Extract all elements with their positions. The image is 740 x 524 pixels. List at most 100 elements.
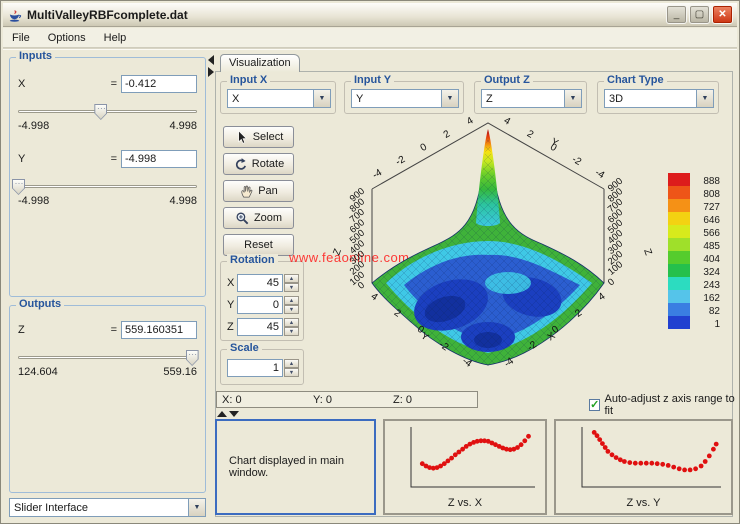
zoom-button[interactable]: Zoom	[223, 207, 294, 229]
data-point	[655, 461, 660, 466]
minimize-button[interactable]: _	[666, 5, 687, 24]
reset-button[interactable]: Reset	[223, 234, 294, 256]
thumbnail-z-vs-y-label: Z vs. Y	[556, 497, 731, 509]
surface-3d-chart[interactable]: -4-2024420-2-4420-2-4-4-2024YYX001001002…	[316, 113, 668, 395]
rotation-y-spinner[interactable]: ▲▼	[284, 296, 299, 314]
data-point	[699, 464, 704, 469]
menu-item-file[interactable]: File	[3, 30, 39, 46]
legend-color-block	[668, 290, 690, 303]
spinner-down-icon[interactable]: ▼	[284, 305, 299, 314]
thumbnail-z-vs-x[interactable]: Z vs. X	[383, 419, 547, 515]
splitter-expand-right-icon[interactable]	[208, 67, 214, 77]
output-z-value-field[interactable]: 559.160351	[121, 321, 197, 339]
rotation-z-field[interactable]: 45	[237, 318, 283, 336]
input-x-slider-thumb[interactable]	[94, 104, 107, 120]
close-button[interactable]: ✕	[712, 5, 733, 24]
rotate-icon	[233, 157, 248, 172]
chevron-down-icon[interactable]: ▼	[441, 90, 458, 107]
selector-input-x: Input XX▼	[220, 81, 336, 114]
maximize-button[interactable]: ▢	[689, 5, 710, 24]
chevron-down-icon[interactable]: ▼	[564, 90, 581, 107]
legend-color-block	[668, 225, 690, 238]
combo-input-x[interactable]: X▼	[227, 89, 331, 108]
legend-color-block	[668, 199, 690, 212]
checkbox-check-icon[interactable]: ✓	[589, 399, 600, 411]
select-button[interactable]: Select	[223, 126, 294, 148]
coordinate-status-field: X: 0 Y: 0 Z: 0	[216, 391, 478, 408]
spinner-down-icon[interactable]: ▼	[284, 368, 299, 377]
thumbnail-z-vs-y[interactable]: Z vs. Y	[554, 419, 733, 515]
splitter-collapse-up-icon[interactable]	[217, 411, 227, 417]
legend-value: 808	[692, 189, 720, 200]
spinner-up-icon[interactable]: ▲	[284, 359, 299, 368]
data-point	[603, 445, 608, 450]
reset-button-label: Reset	[244, 239, 273, 251]
menu-item-help[interactable]: Help	[95, 30, 136, 46]
data-point	[522, 438, 527, 443]
combo-input-y[interactable]: Y▼	[351, 89, 459, 108]
thumbnail-main-chart[interactable]: Chart displayed in main window.	[215, 419, 376, 515]
spinner-up-icon[interactable]: ▲	[284, 274, 299, 283]
legend-color-block	[668, 173, 690, 186]
output-z-slider-thumb[interactable]	[186, 350, 199, 366]
scale-group: Scale 1 ▲ ▼	[220, 349, 304, 385]
slider-thumb-face	[95, 105, 106, 119]
data-point	[606, 449, 611, 454]
legend-color-block	[668, 303, 690, 316]
magnifier-icon	[235, 211, 250, 226]
interface-select[interactable]: Slider Interface ▼	[9, 498, 206, 517]
input-y-value-field[interactable]: -4.998	[121, 150, 197, 168]
data-point	[660, 462, 665, 467]
tab-visualization[interactable]: Visualization	[220, 54, 300, 72]
rotation-x-field[interactable]: 45	[237, 274, 283, 292]
chevron-down-icon[interactable]: ▼	[188, 499, 205, 516]
pan-button[interactable]: Pan	[223, 180, 294, 202]
hand-icon	[239, 184, 254, 199]
data-point	[519, 442, 524, 447]
output-z-slider[interactable]	[18, 350, 197, 366]
rotation-y-field[interactable]: 0	[237, 296, 283, 314]
selector-chart-type: Chart Type3D▼	[597, 81, 719, 114]
input-x-value-field[interactable]: -0.412	[121, 75, 197, 93]
menu-item-options[interactable]: Options	[39, 30, 95, 46]
splitter-collapse-left-icon[interactable]	[208, 55, 214, 65]
chevron-down-icon[interactable]: ▼	[313, 90, 330, 107]
auto-adjust-checkbox[interactable]: ✓ Auto-adjust z axis range to fit	[589, 393, 739, 417]
splitter-expand-down-icon[interactable]	[229, 411, 239, 417]
spinner-down-icon[interactable]: ▼	[284, 327, 299, 336]
input-x-label: X	[18, 78, 25, 90]
spinner-up-icon[interactable]: ▲	[284, 296, 299, 305]
z-vs-y-chart	[556, 421, 731, 495]
data-point	[638, 461, 643, 466]
rotation-z-label: Z	[227, 321, 234, 333]
rotate-button[interactable]: Rotate	[223, 153, 294, 175]
input-y-label: Y	[18, 153, 25, 165]
tick-label: 4	[369, 291, 380, 303]
combo-value: Y	[352, 93, 441, 105]
input-x-slider[interactable]	[18, 104, 197, 120]
data-point	[666, 463, 671, 468]
scale-field[interactable]: 1	[227, 359, 283, 377]
input-x-min-label: -4.998	[18, 120, 49, 132]
combo-output-z[interactable]: Z▼	[481, 89, 582, 108]
data-point	[627, 460, 632, 465]
output-z-label: Z	[18, 324, 25, 336]
chevron-down-icon[interactable]: ▼	[696, 90, 713, 107]
slider-thumb-face	[13, 180, 24, 194]
legend-color-block	[668, 316, 690, 329]
tick-label: 4	[502, 115, 513, 128]
data-point	[644, 461, 649, 466]
data-point	[688, 468, 693, 473]
data-point	[610, 452, 615, 457]
rotation-x-spinner[interactable]: ▲▼	[284, 274, 299, 292]
rotation-z-spinner[interactable]: ▲▼	[284, 318, 299, 336]
outputs-panel-title: Outputs	[16, 298, 64, 310]
input-y-slider-thumb[interactable]	[12, 179, 25, 195]
scale-spinner[interactable]: ▲ ▼	[284, 359, 299, 377]
tick-label: 4	[597, 291, 608, 303]
selector-title: Input Y	[351, 74, 394, 86]
input-y-slider[interactable]	[18, 179, 197, 195]
spinner-down-icon[interactable]: ▼	[284, 283, 299, 292]
combo-chart-type[interactable]: 3D▼	[604, 89, 714, 108]
spinner-up-icon[interactable]: ▲	[284, 318, 299, 327]
